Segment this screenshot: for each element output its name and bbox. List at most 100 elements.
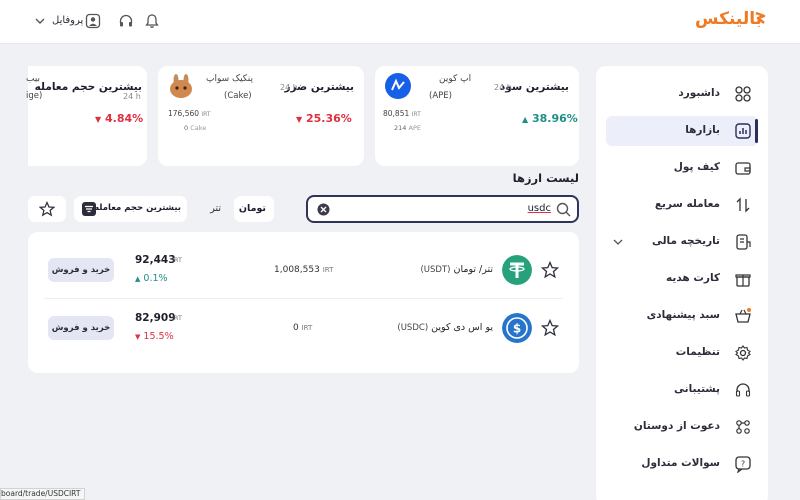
sidebar-item-faq[interactable]: ? سوالات متداول [606,449,758,479]
sidebar-item-label: سبد پیشنهادی [646,309,720,321]
sidebar-item-label: کارت هدیه [666,272,720,284]
sidebar-item-invite[interactable]: دعوت از دوستان [606,412,758,442]
currency-table: تتر/ تومان (USDT) 1,008,553 IRT 92,443 I… [28,232,579,373]
headset-icon[interactable] [118,13,134,29]
coin-price: 80,851 IRT [383,109,421,118]
price-unit: IRT [172,314,182,322]
coin-symbol: (Cake) [224,91,252,101]
search-input[interactable]: usdc [306,195,579,223]
favorites-filter[interactable] [28,196,66,222]
sidebar-item-basket[interactable]: سبد پیشنهادی [606,301,758,331]
sidebar-item-label: کیف پول [673,161,720,173]
gift-icon [735,274,751,287]
sidebar-item-label: معامله سریع [654,198,720,210]
sidebar-item-label: تاریخچه مالی [651,235,720,247]
tether-logo-icon [502,255,532,285]
active-indicator [755,119,758,143]
profile-avatar-icon[interactable] [85,13,101,29]
history-receipt-icon [736,234,751,250]
markets-chart-icon [735,123,751,139]
faq-icon: ? [735,456,751,473]
change-value: ▲ 0.1% [135,273,168,284]
sidebar-item-label: سوالات متداول [641,457,720,469]
sidebar-item-label: تنظیمات [675,346,720,358]
svg-text:?: ? [741,460,745,469]
arrow-down-icon: ▼ [296,115,303,124]
card-top-loss[interactable]: بیشترین ضرر 24 h پنکیک سواپ (Cake) 176,5… [158,66,364,166]
arrow-up-icon: ▲ [522,115,529,124]
sidebar-item-gift-card[interactable]: کارت هدیه [606,264,758,294]
star-icon [39,201,55,217]
sidebar-item-label: بازارها [685,124,720,136]
ape-coin-logo-icon [385,73,411,99]
profile-label[interactable]: پروفایل [52,15,83,26]
sort-filter-icon [82,202,96,216]
coin-price: 176,560 IRT [168,109,211,118]
coin-name: یو اس دی کوین (USDC) [397,322,493,333]
list-title: لیست ارزها [512,171,579,185]
invite-users-icon [736,420,750,434]
buy-sell-button[interactable]: خرید و فروش [48,316,114,340]
basket-icon [735,308,751,323]
filter-tether[interactable]: تتر [198,196,230,222]
sidebar-item-label: داشبورد [678,87,720,99]
clear-icon[interactable] [317,203,330,216]
logo-text[interactable]: بالینکس [695,9,762,29]
wallet-icon [735,162,751,175]
coin-name: بیب [26,74,41,84]
card-period: 24 h [123,92,141,101]
card-top-volume[interactable]: بیشترین حجم معامله 24 h بیب ige) ▼ 4.84% [26,66,147,166]
buy-sell-button[interactable]: خرید و فروش [48,258,114,282]
sidebar-item-settings[interactable]: تنظیمات [606,338,758,368]
price-unit: IRT [172,256,182,264]
search-icon [556,202,571,217]
search-value: usdc [527,203,551,214]
star-icon[interactable] [541,319,559,337]
bell-icon[interactable] [144,13,160,29]
sidebar-item-markets[interactable]: بازارها [606,116,758,146]
card-period: 24 h [280,83,298,92]
svg-text:$: $ [513,322,521,336]
coin-symbol: ige) [26,91,43,101]
coin-symbol: (APE) [429,91,452,101]
arrow-up-icon: ▲ [135,275,141,283]
change-value: ▼ 15.5% [135,331,174,342]
coin-price: 92,443 [135,254,176,266]
sidebar-item-quick-trade[interactable]: معامله سریع [606,190,758,220]
sidebar-item-history[interactable]: تاریخچه مالی [606,227,758,257]
card-top-profit[interactable]: بیشترین سود 24 h اپ کوین (APE) 80,851 IR… [375,66,579,166]
headset-icon [735,383,751,397]
coin-volume: 0 IRT [293,323,313,333]
coin-name: پنکیک سواپ [206,74,253,84]
table-row[interactable]: $ یو اس دی کوین (USDC) 0 IRT 82,909 IRT … [28,299,579,369]
pancake-bunny-logo-icon [170,74,192,98]
top-header: بالینکس پروفایل [0,0,800,44]
filter-toman[interactable]: تومان [234,196,274,222]
usdc-logo-icon: $ [502,313,532,343]
sidebar-item-label: دعوت از دوستان [633,420,720,432]
change-value: ▼ 25.36% [296,112,352,125]
sort-dropdown[interactable]: بیشترین حجم معامله [74,196,187,222]
arrow-down-icon: ▼ [95,115,102,124]
table-row[interactable]: تتر/ تومان (USDT) 1,008,553 IRT 92,443 I… [28,232,579,298]
swap-arrows-icon [736,197,750,213]
change-value: ▲ 38.96% [522,112,578,125]
sidebar-item-support[interactable]: پشتیبانی [606,375,758,405]
sidebar-item-label: پشتیبانی [674,383,720,395]
sidebar-item-dashboard[interactable]: داشبورد [606,79,758,109]
coin-name: اپ کوین [439,74,472,84]
star-icon[interactable] [541,261,559,279]
chevron-down-icon[interactable] [34,15,46,27]
dashboard-grid-icon [735,86,751,102]
coin-volume: 1,008,553 IRT [274,265,334,275]
card-period: 24 h [494,83,512,92]
chevron-down-icon[interactable] [612,236,624,248]
coin-price: 82,909 [135,312,176,324]
coin-name: تتر/ تومان (USDT) [420,264,493,275]
sidebar: داشبورد بازارها کیف پول معامله سریع تاری… [596,66,768,500]
coin-volume: 0 Cake [184,124,207,132]
gear-icon [735,345,751,361]
coin-volume: 214 APE [394,124,421,132]
change-value: ▼ 4.84% [95,112,144,125]
sidebar-item-wallet[interactable]: کیف پول [606,153,758,183]
